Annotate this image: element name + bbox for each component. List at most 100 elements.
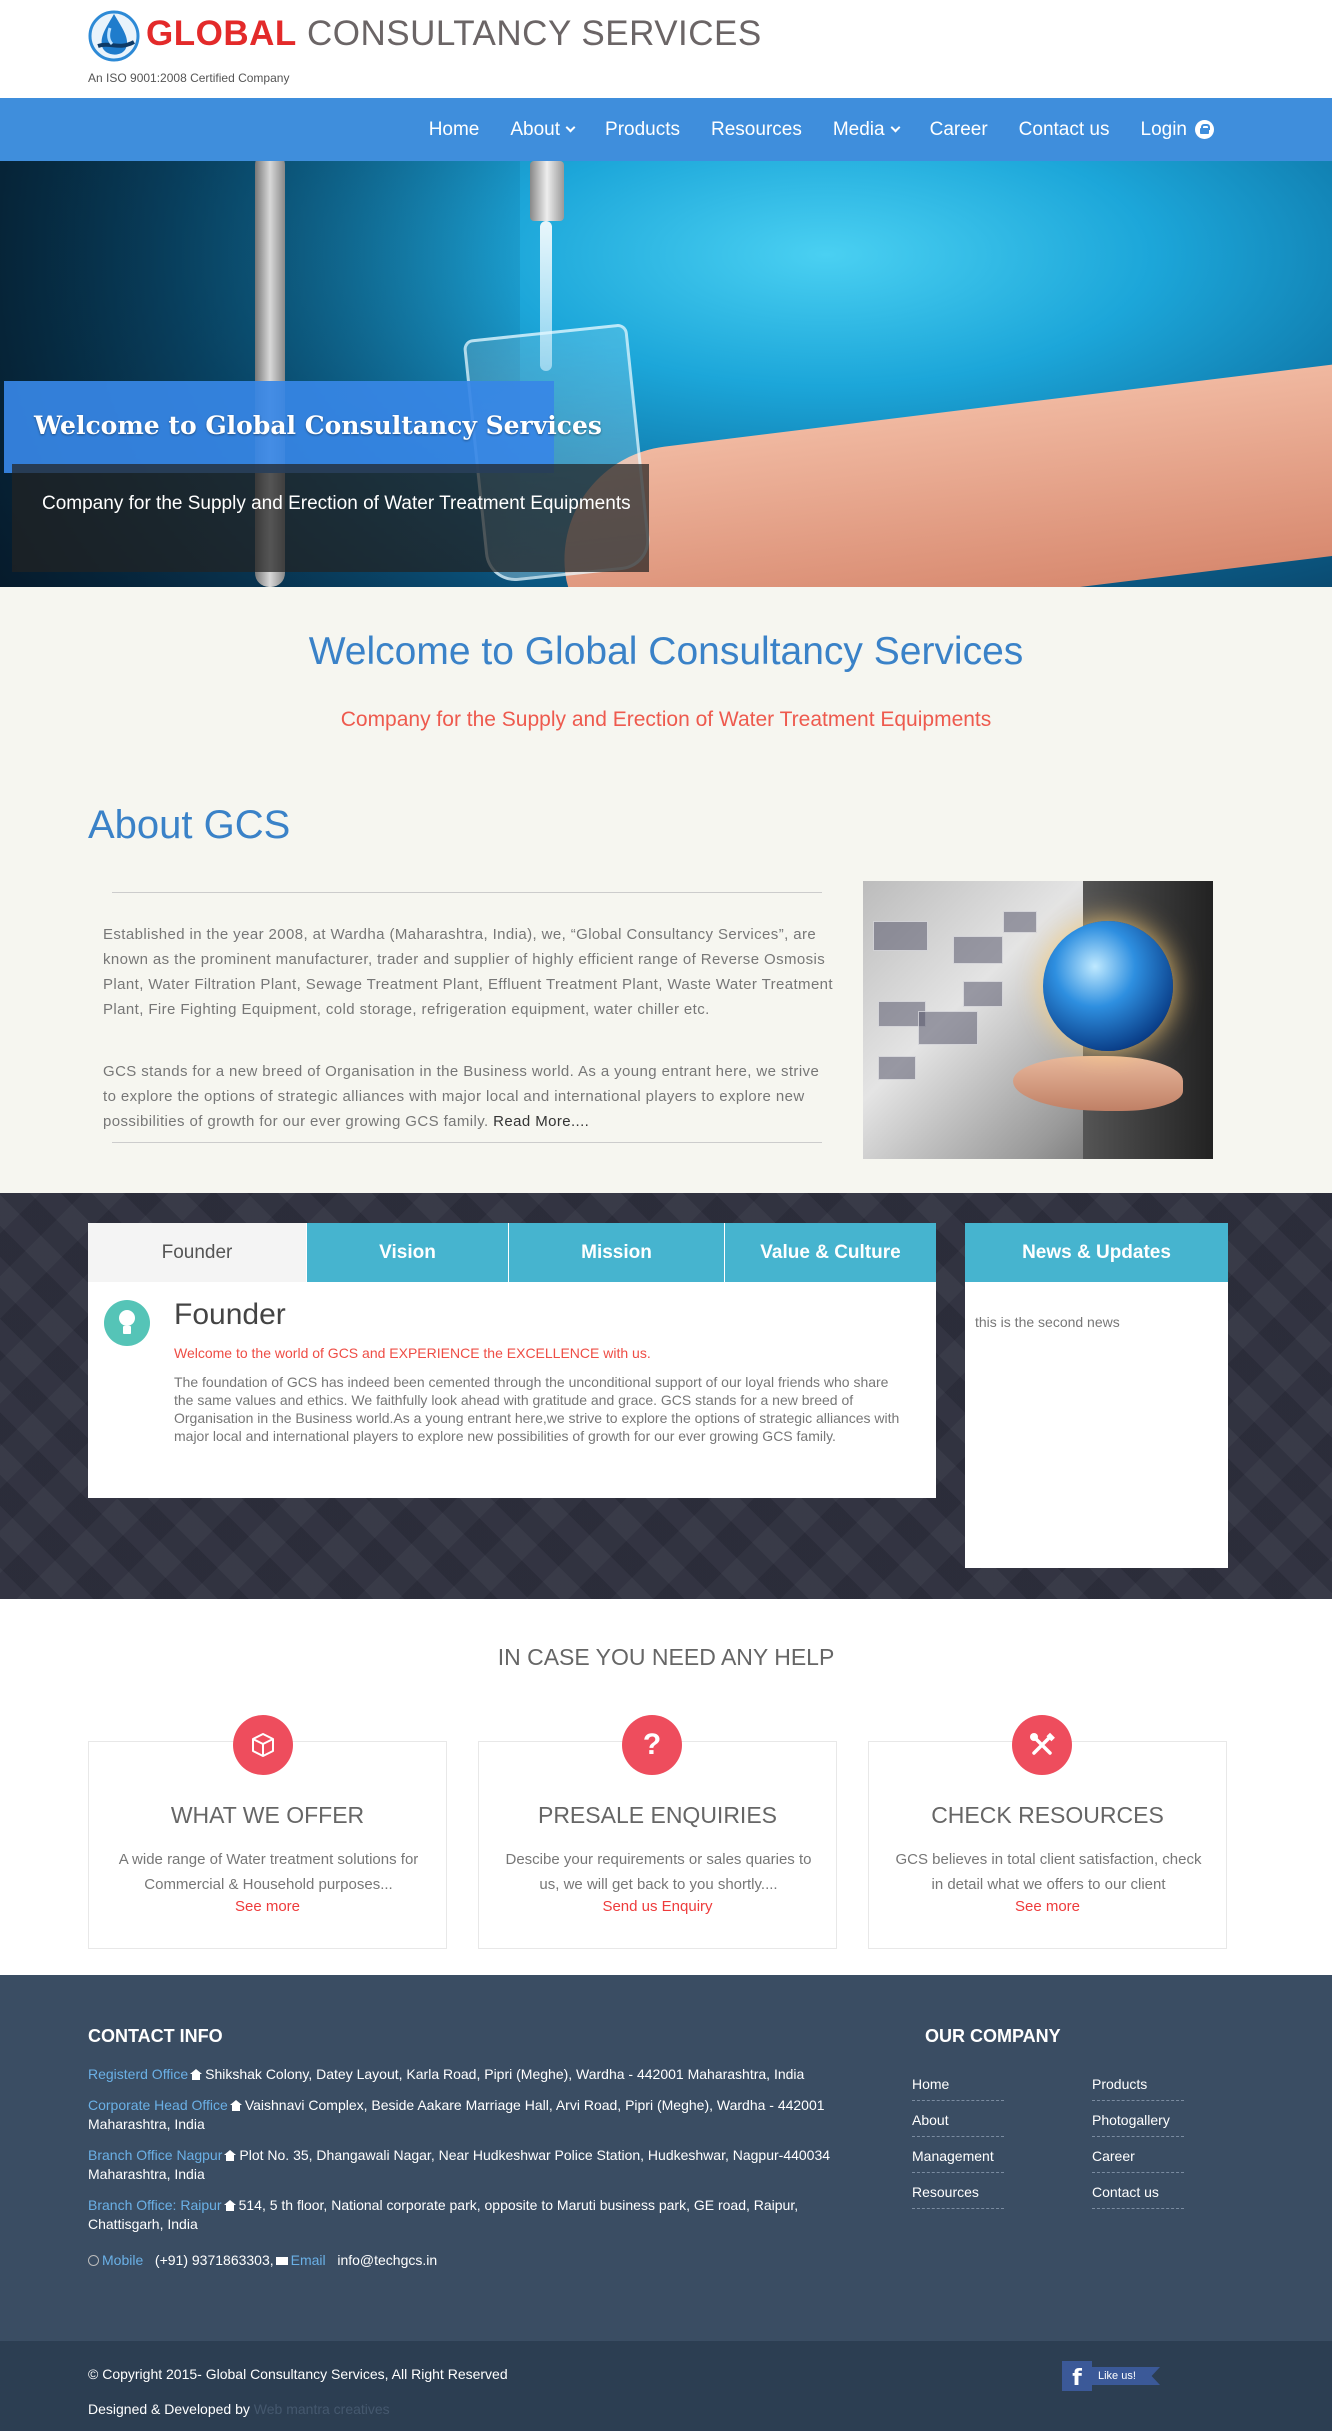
tab-panel: Founder Welcome to the world of GCS and … bbox=[88, 1282, 936, 1498]
nav-products[interactable]: Products bbox=[605, 119, 680, 141]
site-header: GLOBAL CONSULTANCY SERVICES An ISO 9001:… bbox=[0, 0, 1332, 98]
tab-bar: Founder Vision Mission Value & Culture bbox=[88, 1223, 936, 1282]
tab-vision[interactable]: Vision bbox=[306, 1223, 508, 1282]
box-icon bbox=[233, 1715, 293, 1775]
tap-image bbox=[530, 161, 564, 221]
nav-products-label: Products bbox=[605, 118, 681, 140]
news-item[interactable]: this is the second news bbox=[975, 1314, 1120, 1330]
footer-link-contact[interactable]: Contact us bbox=[1092, 2184, 1184, 2209]
contact-registered-office: Registerd Office Shikshak Colony, Datey L… bbox=[88, 2065, 848, 2084]
contact-info-heading: CONTACT INFO bbox=[88, 2026, 223, 2046]
nav-about[interactable]: About bbox=[510, 119, 576, 141]
designed-prefix: Designed & Developed by bbox=[88, 2401, 250, 2417]
facebook-like-button[interactable]: f Like us! bbox=[1062, 2361, 1160, 2391]
contact-branch-nagpur: Branch Office Nagpur Plot No. 35, Dhangaw… bbox=[88, 2146, 848, 2184]
our-company-heading: OUR COMPANY bbox=[925, 2026, 1061, 2046]
screen-tile bbox=[918, 1011, 978, 1045]
fb-like-label: Like us! bbox=[1090, 2367, 1160, 2385]
about-paragraph-2: GCS stands for a new breed of Organisati… bbox=[103, 1059, 833, 1134]
nav-contact-label: Contact us bbox=[1018, 118, 1110, 140]
help-title: IN CASE YOU NEED ANY HELP bbox=[497, 1644, 835, 1670]
read-more-link[interactable]: Read More.... bbox=[493, 1113, 589, 1130]
nav-resources[interactable]: Resources bbox=[711, 119, 802, 141]
panel-accent-text: Welcome to the world of GCS and EXPERIEN… bbox=[174, 1345, 651, 1361]
logo-word-global: GLOBAL bbox=[146, 14, 297, 53]
footer-link-management[interactable]: Management bbox=[912, 2148, 1004, 2173]
nav-career[interactable]: Career bbox=[930, 119, 988, 141]
contact-phone-email: Mobile (+91) 9371863303, Email info@techg… bbox=[88, 2251, 848, 2270]
screen-tile bbox=[878, 1056, 916, 1080]
news-heading: News & Updates bbox=[965, 1223, 1228, 1282]
phone-icon bbox=[88, 2255, 99, 2266]
home-icon bbox=[223, 2200, 236, 2211]
screen-tile bbox=[963, 981, 1003, 1007]
footer-link-career[interactable]: Career bbox=[1092, 2148, 1184, 2173]
copyright-text: © Copyright 2015- Global Consultancy Ser… bbox=[88, 2366, 508, 2382]
help-section: IN CASE YOU NEED ANY HELP WHAT WE OFFER … bbox=[0, 1599, 1332, 1975]
nav-career-label: Career bbox=[929, 118, 988, 140]
chevron-down-icon bbox=[890, 122, 901, 133]
nav-contact[interactable]: Contact us bbox=[1019, 119, 1110, 141]
logo-wordmark[interactable]: GLOBAL CONSULTANCY SERVICES bbox=[146, 14, 762, 54]
see-more-link[interactable]: See more bbox=[869, 1898, 1226, 1915]
screen-tile bbox=[1003, 911, 1037, 933]
help-card-title: CHECK RESOURCES bbox=[931, 1802, 1164, 1828]
footer-link-home[interactable]: Home bbox=[912, 2076, 1004, 2101]
help-card-text: Descibe your requirements or sales quari… bbox=[505, 1851, 812, 1893]
contact-label[interactable]: Corporate Head Office bbox=[88, 2097, 228, 2113]
designed-by: Designed & Developed by Web mantra creat… bbox=[88, 2401, 390, 2417]
home-icon bbox=[190, 2069, 203, 2080]
nav-home[interactable]: Home bbox=[429, 119, 480, 141]
email-address[interactable]: info@techgcs.in bbox=[337, 2252, 437, 2268]
nav-media[interactable]: Media bbox=[832, 118, 901, 141]
panel-body-text: The foundation of GCS has indeed been ce… bbox=[174, 1374, 900, 1444]
palm-image bbox=[1013, 1056, 1183, 1111]
globe-hand-image bbox=[863, 881, 1213, 1159]
designer-link[interactable]: Web mantra creatives bbox=[254, 2401, 390, 2417]
lock-icon bbox=[1195, 120, 1214, 139]
bottom-bar: © Copyright 2015- Global Consultancy Ser… bbox=[0, 2341, 1332, 2431]
send-enquiry-link[interactable]: Send us Enquiry bbox=[479, 1898, 836, 1915]
contact-label[interactable]: Branch Office Nagpur bbox=[88, 2147, 222, 2163]
about-paragraph-2-text: GCS stands for a new breed of Organisati… bbox=[103, 1063, 820, 1130]
contact-label[interactable]: Registerd Office bbox=[88, 2066, 188, 2082]
nav-home-label: Home bbox=[428, 118, 480, 140]
mobile-number[interactable]: (+91) 9371863303, bbox=[155, 2252, 274, 2268]
help-card-title: PRESALE ENQUIRIES bbox=[537, 1802, 778, 1828]
tab-founder[interactable]: Founder bbox=[88, 1223, 306, 1282]
panel-title: Founder bbox=[174, 1298, 286, 1331]
hero-banner: Welcome to Global Consultancy Services C… bbox=[0, 161, 1332, 587]
iso-tagline: An ISO 9001:2008 Certified Company bbox=[88, 71, 290, 85]
email-label: Email bbox=[290, 2252, 326, 2268]
hero-subtitle-box: Company for the Supply and Erection of W… bbox=[12, 464, 649, 572]
chevron-down-icon bbox=[565, 122, 576, 133]
founder-tabs-section: Founder Vision Mission Value & Culture F… bbox=[0, 1193, 1332, 1599]
screen-tile bbox=[873, 921, 928, 951]
footer-link-resources[interactable]: Resources bbox=[912, 2184, 1004, 2209]
see-more-link[interactable]: See more bbox=[89, 1898, 446, 1915]
footer-link-photogallery[interactable]: Photogallery bbox=[1092, 2112, 1184, 2137]
welcome-section: Welcome to Global Consultancy Services C… bbox=[0, 587, 1332, 1193]
contact-head-office: Corporate Head Office Vaishnavi Complex, … bbox=[88, 2096, 848, 2134]
globe-image bbox=[1043, 921, 1173, 1051]
hero-title: Welcome to Global Consultancy Services bbox=[34, 411, 602, 440]
help-card-text: GCS believes in total client satisfactio… bbox=[895, 1851, 1202, 1893]
hero-subtitle: Company for the Supply and Erection of W… bbox=[42, 493, 631, 514]
tab-mission[interactable]: Mission bbox=[508, 1223, 724, 1282]
contact-branch-raipur: Branch Office: Raipur 514, 5 th floor, Na… bbox=[88, 2196, 848, 2234]
hand-image bbox=[551, 362, 1332, 587]
nav-media-label: Media bbox=[832, 118, 885, 140]
tab-value-culture[interactable]: Value & Culture bbox=[724, 1223, 936, 1282]
footer-link-about[interactable]: About bbox=[912, 2112, 1004, 2137]
welcome-subtitle: Company for the Supply and Erection of W… bbox=[340, 708, 992, 731]
mobile-label: Mobile bbox=[102, 2252, 144, 2268]
tools-icon bbox=[1012, 1715, 1072, 1775]
contact-label[interactable]: Branch Office: Raipur bbox=[88, 2197, 222, 2213]
contact-address: Shikshak Colony, Datey Layout, Karla Roa… bbox=[205, 2066, 805, 2082]
nav-login[interactable]: Login bbox=[1141, 119, 1214, 141]
nav-resources-label: Resources bbox=[711, 118, 802, 140]
water-drop-logo-icon[interactable] bbox=[88, 2, 140, 64]
facebook-icon: f bbox=[1062, 2361, 1092, 2391]
mail-icon bbox=[275, 2257, 288, 2265]
footer-link-products[interactable]: Products bbox=[1092, 2076, 1184, 2101]
